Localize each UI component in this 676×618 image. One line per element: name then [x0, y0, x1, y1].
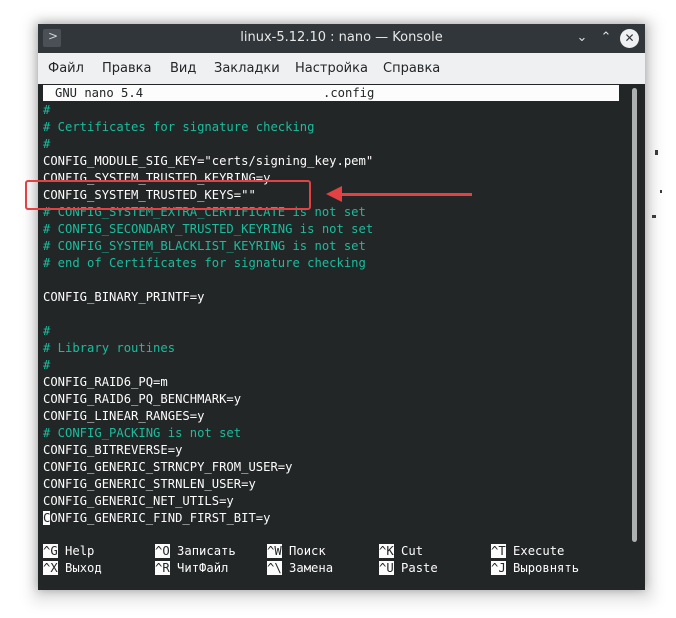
background-speck — [655, 150, 658, 155]
editor-line[interactable]: # — [43, 136, 50, 153]
konsole-window: > linux-5.12.10 : nano — Konsole ⌄ ⌃ ✕ Ф… — [38, 24, 645, 590]
editor-line[interactable]: CONFIG_RAID6_PQ_BENCHMARK=y — [43, 391, 241, 408]
shortcut-item: ^J Выровнять — [491, 560, 579, 577]
nano-filename: .config — [323, 86, 375, 100]
background-speck — [652, 215, 656, 218]
shortcut-item: ^\ Замена — [267, 560, 333, 577]
shortcut-label: Выровнять — [513, 561, 580, 575]
menu-view[interactable]: Вид — [170, 61, 196, 76]
maximize-button[interactable]: ⌃ — [596, 28, 616, 48]
background-speck — [660, 190, 662, 193]
shortcut-label: Help — [65, 544, 95, 558]
shortcut-label: Paste — [401, 561, 438, 575]
nano-title-bar: GNU nano 5.4 .config — [43, 85, 619, 101]
menu-file[interactable]: Файл — [48, 61, 84, 76]
editor-line[interactable]: CONFIG_GENERIC_STRNCPY_FROM_USER=y — [43, 459, 292, 476]
shortcut-key: ^J — [491, 561, 506, 575]
shortcut-item: ^X Выход — [43, 560, 102, 577]
shortcut-item: ^U Paste — [379, 560, 438, 577]
close-button[interactable]: ✕ — [620, 29, 639, 48]
editor-line[interactable]: # Library routines — [43, 340, 175, 357]
terminal-area[interactable]: GNU nano 5.4 .config # # Certificates for … — [38, 84, 645, 590]
shortcut-key: ^G — [43, 544, 58, 558]
shortcut-label: Поиск — [289, 544, 326, 558]
editor-line[interactable]: # — [43, 102, 50, 119]
shortcut-label: Cut — [401, 544, 424, 558]
shortcut-item: ^G Help — [43, 543, 94, 560]
shortcut-label: Записать — [177, 544, 236, 558]
shortcut-key: ^K — [379, 544, 394, 558]
window-title: linux-5.12.10 : nano — Konsole — [240, 30, 443, 45]
shortcut-key: ^U — [379, 561, 394, 575]
shortcut-item: ^K Cut — [379, 543, 423, 560]
editor-line[interactable]: CONFIG_MODULE_SIG_KEY="certs/signing_key… — [43, 153, 373, 170]
menu-edit[interactable]: Правка — [102, 61, 151, 76]
annotation-highlight-box — [25, 180, 311, 210]
shortcut-key: ^R — [155, 561, 170, 575]
editor-line[interactable]: # — [43, 323, 50, 340]
shortcut-key: ^X — [43, 561, 58, 575]
shortcut-label: Execute — [513, 544, 565, 558]
annotation-arrow-shaft — [338, 193, 472, 196]
menu-bookmarks[interactable]: Закладки — [214, 61, 280, 76]
shortcut-item: ^O Записать — [155, 543, 236, 560]
nano-version: GNU nano 5.4 — [55, 86, 144, 100]
editor-line[interactable]: # Certificates for signature checking — [43, 119, 315, 136]
editor-line[interactable]: # — [43, 357, 50, 374]
menu-help[interactable]: Справка — [383, 61, 440, 76]
shortcut-label: ЧитФайл — [177, 561, 229, 575]
shortcut-item: ^R ЧитФайл — [155, 560, 228, 577]
editor-line[interactable]: CONFIG_LINEAR_RANGES=y — [43, 408, 204, 425]
editor-line[interactable]: CONFIG_GENERIC_STRNLEN_USER=y — [43, 476, 256, 493]
shortcut-label: Замена — [289, 561, 334, 575]
menu-settings[interactable]: Настройка — [295, 61, 368, 76]
shortcut-item: ^W Поиск — [267, 543, 326, 560]
title-bar[interactable]: > linux-5.12.10 : nano — Konsole ⌄ ⌃ ✕ — [38, 24, 645, 53]
annotation-arrow-head — [326, 186, 342, 202]
shortcut-key: ^O — [155, 544, 170, 558]
editor-line[interactable]: CONFIG_GENERIC_NET_UTILS=y — [43, 493, 234, 510]
menu-bar: Файл Правка Вид Закладки Настройка Справ… — [38, 53, 645, 85]
editor-line[interactable]: # end of Certificates for signature chec… — [43, 255, 366, 272]
shortcut-item: ^T Execute — [491, 543, 564, 560]
shortcut-key: ^W — [267, 544, 282, 558]
editor-line[interactable]: # CONFIG_PACKING is not set — [43, 425, 241, 442]
shortcut-label: Выход — [65, 561, 102, 575]
shortcut-key: ^T — [491, 544, 506, 558]
shortcut-key: ^\ — [267, 561, 282, 575]
minimize-button[interactable]: ⌄ — [572, 28, 592, 48]
editor-line[interactable]: CONFIG_BINARY_PRINTF=y — [43, 289, 204, 306]
editor-line[interactable]: CONFIG_BITREVERSE=y — [43, 442, 182, 459]
editor-line[interactable]: # CONFIG_SYSTEM_BLACKLIST_KEYRING is not… — [43, 238, 366, 255]
editor-line[interactable]: CONFIG_RAID6_PQ=m — [43, 374, 168, 391]
scrollbar[interactable] — [632, 88, 637, 542]
editor-line[interactable]: CONFIG_GENERIC_FIND_FIRST_BIT=y — [43, 510, 270, 527]
editor-line[interactable]: # CONFIG_SECONDARY_TRUSTED_KEYRING is no… — [43, 221, 373, 238]
